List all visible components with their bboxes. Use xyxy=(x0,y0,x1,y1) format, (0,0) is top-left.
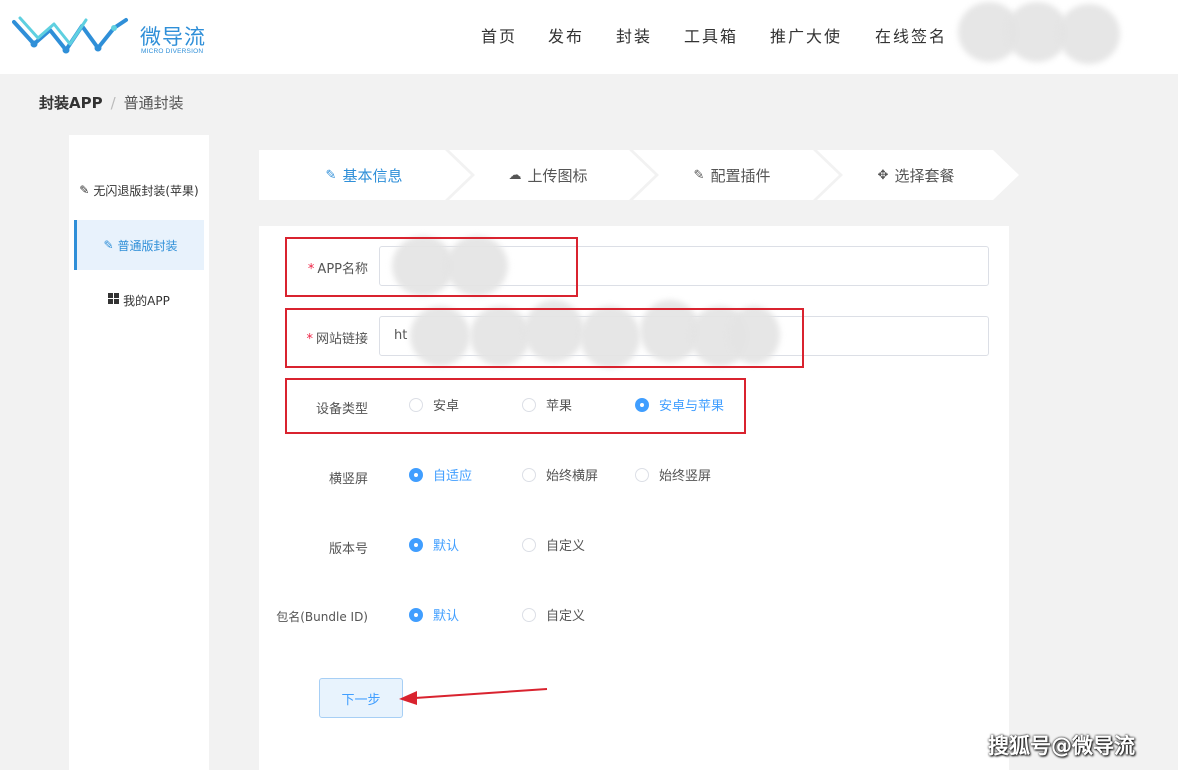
radio-adaptive[interactable]: 自适应 xyxy=(409,465,472,484)
sidebar-item-normal-package[interactable]: ✎ 普通版封装 xyxy=(74,220,204,270)
radio-bundle-custom[interactable]: 自定义 xyxy=(522,605,585,624)
orientation-label: 横竖屏 xyxy=(328,472,368,487)
blurred-user-area xyxy=(1058,4,1120,64)
step-upload-icon[interactable]: ☁ 上传图标 xyxy=(463,150,633,200)
annotation-box-device xyxy=(285,378,746,434)
nav-home[interactable]: 首页 xyxy=(481,23,517,47)
bundle-id-label: 包名(Bundle ID) xyxy=(276,610,368,624)
breadcrumb-separator: / xyxy=(110,94,116,112)
radio-dot xyxy=(409,537,423,552)
step-label: 基本信息 xyxy=(342,166,403,185)
radio-label: 默认 xyxy=(433,609,460,624)
step-bar: ✎ 基本信息 ☁ 上传图标 ✎ 配置插件 ✥ 选择套餐 xyxy=(259,150,1019,200)
edit-icon: ✎ xyxy=(693,167,705,183)
zigzag-circuit-logo-icon xyxy=(12,16,128,54)
next-step-button[interactable]: 下一步 xyxy=(319,678,403,718)
nav-online-sign[interactable]: 在线签名 xyxy=(875,23,947,47)
radio-dot xyxy=(409,607,423,622)
edit-icon: ✎ xyxy=(103,238,114,252)
side-menu: ✎ 无闪退版封装(苹果) ✎ 普通版封装 我的APP xyxy=(69,135,209,770)
pencil-icon: ✎ xyxy=(325,167,337,183)
annotation-arrow-icon xyxy=(399,688,548,705)
step-basic-info[interactable]: ✎ 基本信息 xyxy=(279,150,449,200)
nav-promoter[interactable]: 推广大使 xyxy=(770,23,842,47)
radio-landscape[interactable]: 始终横屏 xyxy=(522,465,598,484)
radio-version-custom[interactable]: 自定义 xyxy=(522,535,585,554)
sidebar-item-label: 我的APP xyxy=(123,293,170,308)
radio-dot xyxy=(522,467,536,482)
radio-dot xyxy=(522,537,536,552)
radio-label: 自适应 xyxy=(433,469,473,484)
cloud-upload-icon: ☁ xyxy=(508,167,522,183)
nav-package[interactable]: 封装 xyxy=(616,23,652,47)
move-icon: ✥ xyxy=(877,167,889,183)
radio-version-default[interactable]: 默认 xyxy=(409,535,459,554)
watermark: 搜狐号@微导流 xyxy=(988,734,1135,758)
step-label: 配置插件 xyxy=(710,166,771,185)
nav-publish[interactable]: 发布 xyxy=(548,23,584,47)
radio-portrait[interactable]: 始终竖屏 xyxy=(635,465,711,484)
breadcrumb: 封装APP / 普通封装 xyxy=(39,92,184,113)
radio-bundle-default[interactable]: 默认 xyxy=(409,605,459,624)
step-label: 上传图标 xyxy=(527,166,588,185)
breadcrumb-link[interactable]: 普通封装 xyxy=(124,94,184,112)
radio-label: 始终横屏 xyxy=(546,469,599,484)
sidebar-item-my-app[interactable]: 我的APP xyxy=(74,275,204,325)
sidebar-item-no-crash-package[interactable]: ✎ 无闪退版封装(苹果) xyxy=(74,165,204,215)
breadcrumb-current: 封装APP xyxy=(39,94,103,112)
step-label: 选择套餐 xyxy=(894,166,955,185)
version-label: 版本号 xyxy=(328,542,368,557)
annotation-box-website xyxy=(285,308,804,368)
annotation-box-app-name xyxy=(285,237,578,297)
grid-icon xyxy=(108,293,120,307)
radio-label: 始终竖屏 xyxy=(659,469,712,484)
nav-toolbox[interactable]: 工具箱 xyxy=(684,23,738,47)
radio-dot xyxy=(635,467,649,482)
logo-text: 微导流 xyxy=(140,25,206,49)
sidebar-item-label: 无闪退版封装(苹果) xyxy=(93,183,199,198)
radio-dot xyxy=(409,467,423,482)
top-header: 微导流 MICRO DIVERSION 首页 发布 封装 工具箱 推广大使 在线… xyxy=(0,0,1178,74)
logo[interactable]: 微导流 MICRO DIVERSION xyxy=(12,12,212,58)
radio-label: 默认 xyxy=(433,539,460,554)
radio-label: 自定义 xyxy=(546,609,586,624)
radio-label: 自定义 xyxy=(546,539,586,554)
step-choose-plan[interactable]: ✥ 选择套餐 xyxy=(831,150,1001,200)
radio-dot xyxy=(522,607,536,622)
sidebar-item-label: 普通版封装 xyxy=(117,238,178,253)
logo-subtext: MICRO DIVERSION xyxy=(141,48,204,55)
step-config-plugins[interactable]: ✎ 配置插件 xyxy=(647,150,817,200)
pencil-icon: ✎ xyxy=(79,183,90,197)
